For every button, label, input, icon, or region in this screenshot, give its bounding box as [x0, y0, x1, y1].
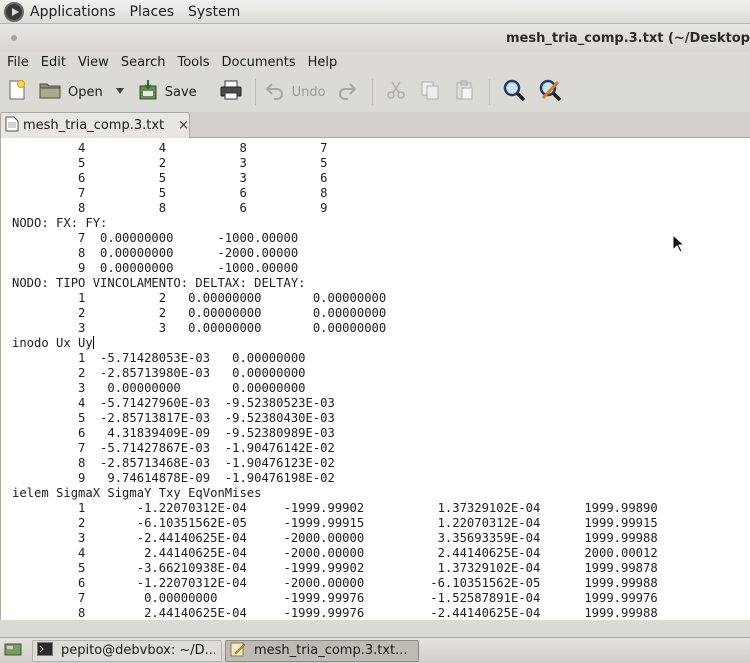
bottom-panel: pepito@debvbox: ~/D... mesh_tria_comp.3.…	[0, 637, 750, 663]
menu-help[interactable]: Help	[302, 55, 344, 70]
tab-label: mesh_tria_comp.3.txt	[23, 118, 165, 133]
taskbar-item-terminal[interactable]: pepito@debvbox: ~/D...	[32, 639, 222, 662]
text-editor[interactable]: 4 4 8 7 5 2 3 5 6 5 3 6 7 5 6 8 8 8 6 9 …	[0, 138, 750, 620]
folder-icon	[38, 79, 62, 105]
menu-view[interactable]: View	[72, 55, 115, 70]
panel-menu-system[interactable]: System	[188, 4, 240, 20]
menu-file[interactable]: File	[0, 55, 35, 70]
text-editor-icon	[230, 641, 246, 661]
new-button[interactable]	[6, 76, 28, 108]
scissors-icon	[385, 79, 407, 105]
window-titlebar[interactable]: mesh_tria_comp.3.txt (~/Desktop	[0, 24, 750, 52]
redo-button[interactable]	[336, 76, 358, 108]
open-button[interactable]: Open	[38, 76, 103, 108]
show-desktop-icon[interactable]	[4, 641, 22, 661]
editor-text-after-caret: 1 -5.71428053E-03 0.00000000 2 -2.857139…	[12, 351, 658, 620]
menu-edit[interactable]: Edit	[35, 55, 72, 70]
toolbar-separator	[254, 79, 256, 105]
redo-icon	[336, 79, 358, 105]
menubar: File Edit View Search Tools Documents He…	[0, 52, 750, 72]
paste-button[interactable]	[453, 76, 475, 108]
window-title: mesh_tria_comp.3.txt (~/Desktop	[506, 31, 750, 46]
dropdown-arrow-icon	[115, 85, 125, 100]
copy-button[interactable]	[419, 76, 441, 108]
window-menu-icon[interactable]	[11, 35, 17, 41]
save-label: Save	[164, 84, 197, 100]
toolbar: Open Save Undo	[0, 72, 750, 112]
taskbar-label: pepito@debvbox: ~/D...	[61, 643, 215, 658]
recent-files-dropdown[interactable]	[115, 76, 125, 108]
panel-menu-places[interactable]: Places	[130, 4, 175, 20]
text-caret	[92, 336, 94, 349]
debian-logo-icon[interactable]	[4, 1, 24, 22]
taskbar-label: mesh_tria_comp.3.txt...	[254, 643, 408, 658]
open-label: Open	[68, 84, 103, 100]
cut-button[interactable]	[385, 76, 407, 108]
undo-label: Undo	[291, 84, 326, 100]
find-button[interactable]	[502, 76, 526, 108]
clipboard-icon	[453, 79, 475, 105]
new-document-icon	[6, 79, 28, 105]
find-replace-button[interactable]	[538, 76, 562, 108]
mouse-pointer-icon	[672, 233, 686, 258]
editor-content[interactable]: 4 4 8 7 5 2 3 5 6 5 3 6 7 5 6 8 8 8 6 9 …	[12, 141, 658, 620]
toolbar-separator	[488, 79, 490, 105]
tab-mesh-tria-comp[interactable]: mesh_tria_comp.3.txt ×	[0, 112, 190, 138]
save-button[interactable]: Save	[137, 76, 197, 108]
editor-text-before-caret: 4 4 8 7 5 2 3 5 6 5 3 6 7 5 6 8 8 8 6 9 …	[12, 141, 387, 350]
terminal-icon	[37, 641, 53, 660]
save-icon	[137, 79, 159, 105]
search-icon	[502, 78, 526, 106]
top-panel: Applications Places System	[0, 0, 750, 24]
panel-menu-applications[interactable]: Applications	[30, 4, 116, 20]
taskbar-item-gedit[interactable]: mesh_tria_comp.3.txt...	[225, 639, 419, 662]
print-button[interactable]	[219, 76, 243, 108]
menu-tools[interactable]: Tools	[171, 55, 215, 70]
menu-documents[interactable]: Documents	[216, 55, 302, 70]
document-tab-bar: mesh_tria_comp.3.txt ×	[0, 112, 750, 138]
text-document-icon	[5, 116, 19, 136]
undo-icon	[264, 79, 286, 105]
tab-close-icon[interactable]: ×	[178, 118, 189, 133]
menu-search[interactable]: Search	[115, 55, 172, 70]
printer-icon	[219, 79, 243, 105]
undo-button[interactable]: Undo	[264, 76, 326, 108]
find-replace-icon	[538, 78, 562, 106]
copy-icon	[419, 79, 441, 105]
toolbar-separator	[371, 79, 373, 105]
